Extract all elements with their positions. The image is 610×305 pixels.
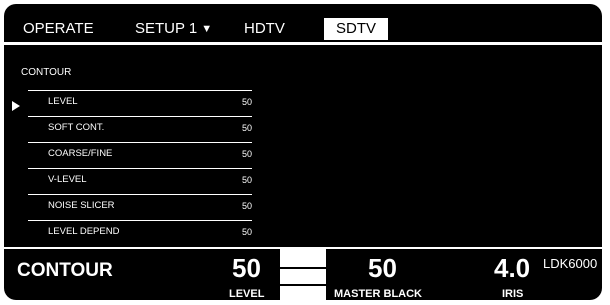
menu-divider [28, 220, 252, 221]
menu-item-label: COARSE/FINE [48, 148, 113, 159]
level-indicator-box [280, 249, 326, 300]
menu-item-coarse-fine[interactable]: COARSE/FINE 50 [28, 142, 252, 166]
menu-item-value: 50 [241, 97, 252, 107]
tab-setup-1[interactable]: SETUP 1 ▼ [135, 18, 212, 40]
menu-item-value: 50 [241, 149, 252, 159]
menu-item-value: 50 [241, 227, 252, 237]
level-label: LEVEL [229, 288, 265, 300]
tab-sdtv[interactable]: SDTV [324, 18, 389, 40]
model-name: LDK6000 [543, 256, 598, 271]
tab-hdtv[interactable]: HDTV [244, 18, 285, 40]
menu-divider [28, 168, 252, 169]
menu-item-label: LEVEL DEPEND [48, 226, 120, 237]
tab-operate[interactable]: OPERATE [23, 18, 94, 40]
tab-label: SETUP 1 [135, 20, 198, 37]
menu-item-soft-cont[interactable]: SOFT CONT. 50 [28, 116, 252, 140]
master-black-value: 50 [368, 253, 397, 283]
menu-divider [28, 194, 252, 195]
menu-item-value: 50 [241, 201, 252, 211]
tab-divider [4, 42, 602, 45]
menu-item-value: 50 [241, 175, 252, 185]
dropdown-arrow-icon: ▼ [201, 23, 213, 35]
iris-label: IRIS [502, 288, 524, 300]
master-black-label: MASTER BLACK [334, 288, 422, 300]
iris-value: 4.0 [494, 253, 531, 283]
triangle-right-icon [12, 101, 20, 111]
menu-item-v-level[interactable]: V-LEVEL 50 [28, 168, 252, 192]
level-value: 50 [232, 253, 261, 283]
menu-item-label: NOISE SLICER [48, 200, 115, 211]
menu-divider [28, 90, 252, 91]
menu-item-label: SOFT CONT. [48, 122, 105, 133]
menu-section-title: CONTOUR [21, 67, 72, 78]
menu-item-level-depend[interactable]: LEVEL DEPEND 50 [28, 220, 252, 244]
menu-item-label: LEVEL [48, 96, 78, 107]
menu-item-level[interactable]: LEVEL 50 [28, 90, 252, 114]
menu-divider [28, 142, 252, 143]
menu-divider [28, 116, 252, 117]
indicator-line [280, 284, 326, 286]
indicator-line [280, 267, 326, 269]
menu-item-noise-slicer[interactable]: NOISE SLICER 50 [28, 194, 252, 218]
camera-control-panel: OPERATE SETUP 1 ▼ HDTV SDTV CONTOUR LEVEL… [4, 4, 602, 300]
menu-item-value: 50 [241, 123, 252, 133]
menu-item-label: V-LEVEL [48, 174, 87, 185]
function-name: CONTOUR [17, 260, 113, 281]
